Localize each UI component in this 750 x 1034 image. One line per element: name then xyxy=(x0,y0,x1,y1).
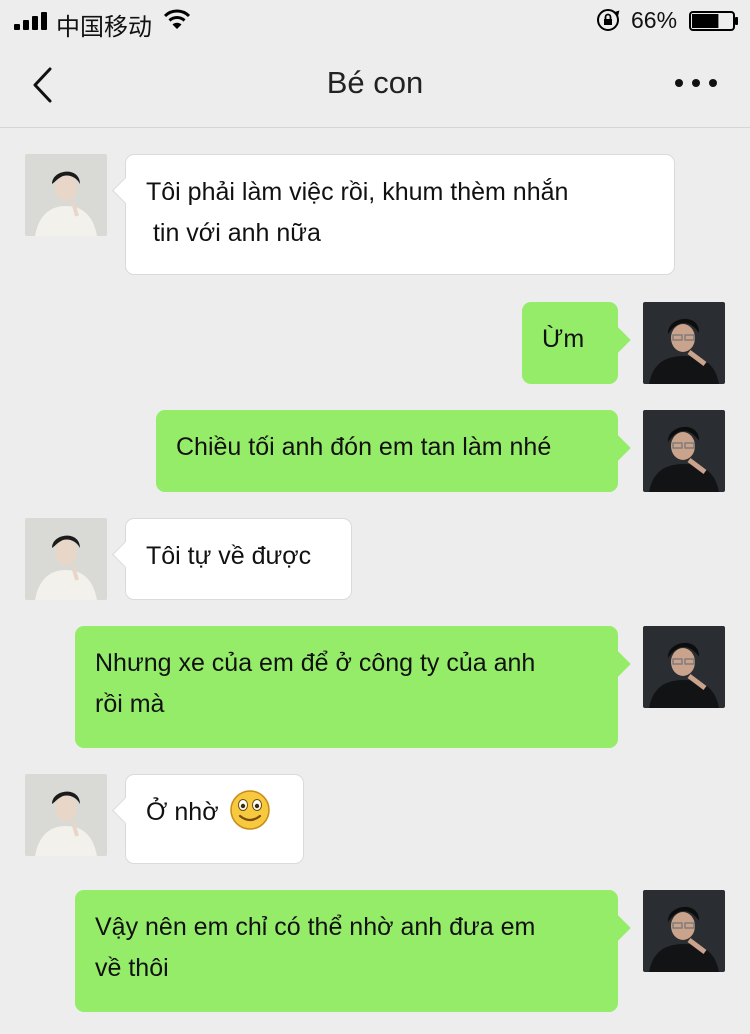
rotation-lock-icon xyxy=(597,9,620,31)
message-text: Chiều tối anh đón em tan làm nhé xyxy=(176,433,552,461)
outgoing-message-bubble[interactable]: Nhưng xe của em để ở công ty của anh rồi… xyxy=(75,626,618,748)
my-avatar[interactable] xyxy=(643,302,725,384)
wifi-icon xyxy=(164,9,190,29)
battery-icon xyxy=(689,11,738,31)
outgoing-message-bubble[interactable]: Ừm xyxy=(522,302,618,384)
chat-header: Bé con xyxy=(0,42,750,128)
incoming-message-bubble[interactable]: Tôi tự về được xyxy=(125,518,352,600)
more-dots-icon[interactable] xyxy=(674,76,718,90)
outgoing-message-bubble[interactable]: Chiều tối anh đón em tan làm nhé xyxy=(156,410,618,492)
smiley-emoji-icon xyxy=(229,790,270,831)
carrier-name: 中国移动 xyxy=(56,14,152,41)
my-avatar[interactable] xyxy=(643,890,725,972)
message-text: Nhưng xe của em để ở công ty của anh rồi… xyxy=(95,649,536,718)
message-text: Tôi phải làm việc rồi, khum thèm nhắn ti… xyxy=(146,178,569,247)
chat-title: Bé con xyxy=(326,65,424,100)
message-text: Ở nhờ xyxy=(146,790,283,833)
signal-strength-icon xyxy=(14,12,48,30)
message-text: Ừm xyxy=(542,325,585,353)
message-text: Vậy nên em chỉ có thể nhờ anh đưa em về … xyxy=(95,913,536,982)
message-list[interactable]: Tôi phải làm việc rồi, khum thèm nhắn ti… xyxy=(0,129,750,1034)
contact-avatar[interactable] xyxy=(25,518,107,600)
incoming-message-bubble[interactable]: Ở nhờ xyxy=(125,774,304,864)
my-avatar[interactable] xyxy=(643,410,725,492)
message-text-span: Ở nhờ xyxy=(146,798,219,826)
battery-percentage: 66% xyxy=(631,7,678,33)
contact-avatar[interactable] xyxy=(25,774,107,856)
message-text: Tôi tự về được xyxy=(146,542,312,570)
incoming-message-bubble[interactable]: Tôi phải làm việc rồi, khum thèm nhắn ti… xyxy=(125,154,675,275)
contact-avatar[interactable] xyxy=(25,154,107,236)
outgoing-message-bubble[interactable]: Vậy nên em chỉ có thể nhờ anh đưa em về … xyxy=(75,890,618,1012)
my-avatar[interactable] xyxy=(643,626,725,708)
status-bar: 中国移动 66% xyxy=(0,0,750,42)
